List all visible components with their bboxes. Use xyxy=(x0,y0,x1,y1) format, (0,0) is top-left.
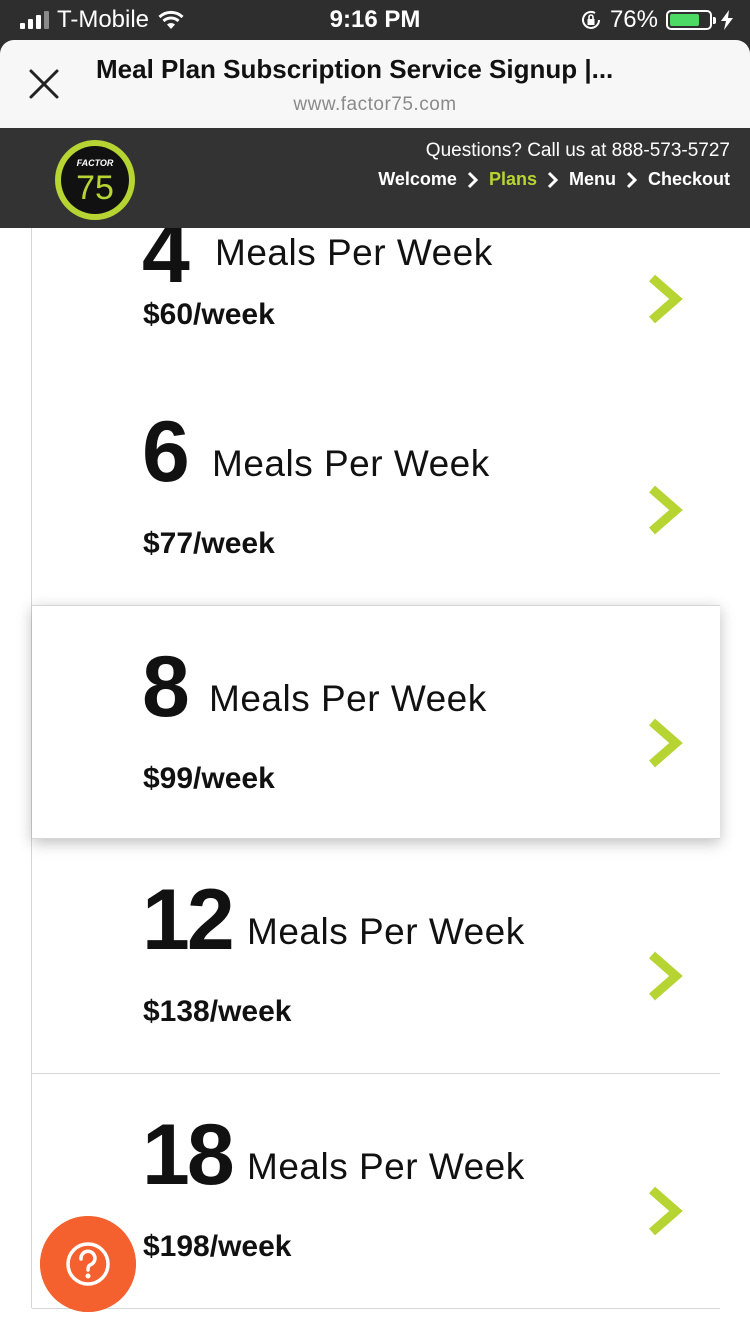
charging-bolt-icon xyxy=(721,10,733,30)
plan-18-meals[interactable]: 18 Meals Per Week $198/week xyxy=(32,1074,720,1309)
status-right: 76% xyxy=(580,6,734,34)
chevron-right-icon xyxy=(649,718,683,768)
plan-unit: Meals Per Week xyxy=(215,232,493,273)
status-bar: T-Mobile 9:16 PM 76% xyxy=(0,0,750,40)
plan-price: $198/week xyxy=(143,1230,292,1263)
plan-6-meals[interactable]: 6 Meals Per Week $77/week xyxy=(32,371,720,606)
crumb-menu[interactable]: Menu xyxy=(569,169,616,190)
svg-text:FACTOR: FACTOR xyxy=(77,158,114,168)
chevron-right-icon xyxy=(467,171,479,188)
plan-unit: Meals Per Week xyxy=(247,1146,525,1187)
chevron-right-icon xyxy=(649,1186,683,1236)
rotation-lock-icon xyxy=(581,10,600,29)
chevron-right-icon xyxy=(649,485,683,535)
plan-price: $60/week xyxy=(143,298,275,331)
page-title: Meal Plan Subscription Service Signup |.… xyxy=(96,54,614,84)
chevron-right-icon xyxy=(649,951,683,1001)
browser-sheet: Meal Plan Subscription Service Signup |.… xyxy=(0,40,750,128)
plan-4-meals[interactable]: 4 Meals Per Week $60/week xyxy=(32,228,720,372)
breadcrumb: Welcome Plans Menu Checkout xyxy=(378,169,730,190)
help-button[interactable] xyxy=(40,1216,136,1312)
plan-count: 12 xyxy=(142,872,235,968)
battery-icon xyxy=(666,10,716,30)
plan-8-meals[interactable]: 8 Meals Per Week $99/week xyxy=(32,605,720,839)
plan-price: $99/week xyxy=(143,762,275,795)
plan-price: $77/week xyxy=(143,527,275,560)
chevron-right-icon xyxy=(649,274,683,324)
battery-percent: 76% xyxy=(609,6,658,33)
plan-unit: Meals Per Week xyxy=(247,911,525,952)
crumb-plans[interactable]: Plans xyxy=(489,169,537,190)
browser-header: Meal Plan Subscription Service Signup |.… xyxy=(0,40,750,128)
chevron-right-icon xyxy=(626,171,638,188)
crumb-checkout[interactable]: Checkout xyxy=(648,169,730,190)
plan-count: 6 xyxy=(142,404,190,500)
plan-count: 18 xyxy=(142,1107,235,1203)
svg-text:75: 75 xyxy=(76,169,114,207)
phone-questions[interactable]: Questions? Call us at 888-573-5727 xyxy=(426,140,730,162)
crumb-welcome[interactable]: Welcome xyxy=(378,169,457,190)
page-url[interactable]: www.factor75.com xyxy=(0,94,750,116)
plan-count: 4 xyxy=(142,228,190,301)
plan-unit: Meals Per Week xyxy=(212,443,490,484)
factor75-logo[interactable]: FACTOR 75 xyxy=(52,137,138,223)
plan-list: 4 Meals Per Week $60/week 6 Meals Per We… xyxy=(0,228,750,1334)
plan-price: $138/week xyxy=(143,995,292,1028)
plan-12-meals[interactable]: 12 Meals Per Week $138/week xyxy=(32,839,720,1074)
plan-count: 8 xyxy=(142,639,190,735)
chevron-right-icon xyxy=(547,171,559,188)
site-header: FACTOR 75 Questions? Call us at 888-573-… xyxy=(0,128,750,228)
plan-unit: Meals Per Week xyxy=(209,678,487,719)
